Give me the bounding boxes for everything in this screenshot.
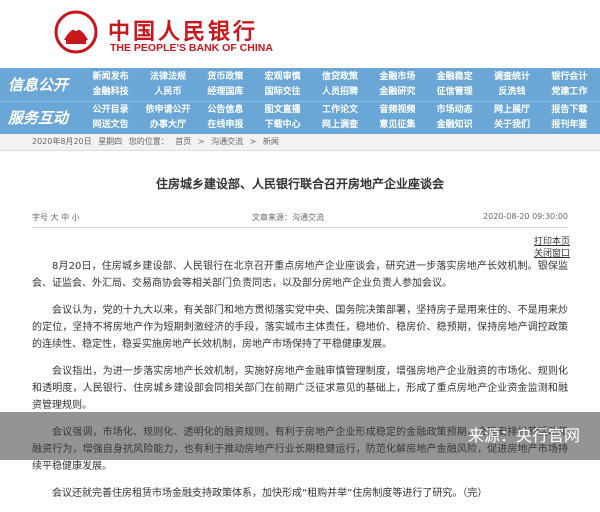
nav-item-live[interactable]: 图文直播 (254, 103, 311, 118)
nav-item-international[interactable]: 国际交往 (254, 85, 311, 100)
breadcrumb-separator: > (249, 137, 257, 146)
main-navigation: 信息公开 新闻发布 法律法规 货币政策 宏观审慎 信贷政策 金融市场 金融稳定 … (0, 68, 600, 134)
article-meta: 字号 大 中 小 文章来源：沟通交流 2020-08-20 09:30:00 (32, 212, 568, 226)
nav-title-service: 服务互动 (8, 109, 69, 127)
article-paragraph: 会议还就完善住房租赁市场金融支持政策体系，加快形成“租购并举”住房制度等进行了研… (52, 488, 488, 499)
nav-item-market-news[interactable]: 市场动态 (426, 103, 483, 118)
nav-group-service: 服务互动 公开目录 依申请公开 公告信息 图文直播 工作论文 音频视频 市场动态… (0, 101, 600, 134)
nav-item-downloads[interactable]: 下载中心 (254, 118, 311, 133)
nav-item-disclosure-catalog[interactable]: 公开目录 (82, 103, 139, 118)
article-date: 2020-08-20 09:30:00 (483, 212, 568, 221)
article-tools: 打印本页 关闭窗口 (460, 234, 570, 259)
nav-item-financial-market[interactable]: 金融市场 (369, 70, 426, 85)
article-title: 住房城乡建设部、人民银行联合召开房地产企业座谈会 (155, 177, 444, 191)
nav-item-treasury[interactable]: 经理国库 (197, 85, 254, 100)
nav-item-laws[interactable]: 法律法规 (139, 70, 196, 85)
nav-item-credit-policy[interactable]: 信贷政策 (311, 70, 368, 85)
nav-item-bulletins[interactable]: 网送文告 (82, 118, 139, 133)
breadcrumb-section-link[interactable]: 沟通交流 (211, 137, 243, 146)
nav-item-rmb[interactable]: 人民币 (139, 85, 196, 100)
nav-item-party-work[interactable]: 党建工作 (541, 85, 598, 100)
nav-item-recruitment[interactable]: 人员招聘 (311, 85, 368, 100)
nav-item-aml[interactable]: 反洗钱 (483, 85, 540, 100)
font-size-medium-button[interactable]: 中 (61, 213, 69, 222)
font-size-controls: 字号 大 中 小 (32, 212, 80, 223)
nav-item-reports[interactable]: 报告下载 (541, 103, 598, 118)
logo-english-name[interactable]: THE PEOPLE'S BANK OF CHINA (110, 42, 273, 54)
article-body: 8月20日，住房城乡建设部、人民银行在北京召开重点房地产企业座谈会，研究进一步落… (32, 258, 568, 512)
nav-item-financial-stability[interactable]: 金融稳定 (426, 70, 483, 85)
font-size-large-button[interactable]: 大 (51, 213, 59, 222)
nav-item-announcements[interactable]: 公告信息 (197, 103, 254, 118)
breadcrumb-weekday: 星期四 (98, 137, 123, 146)
article-source: 文章来源：沟通交流 (252, 213, 324, 222)
font-size-label: 字号 (32, 213, 48, 222)
breadcrumb-date: 2020年8月20日 (32, 137, 92, 146)
source-watermark: 来源：央行官网 (0, 412, 600, 460)
article-paragraph: 会议认为，党的十九大以来，有关部门和地方贯彻落实党中央、国务院决策部署，坚持房子… (32, 305, 568, 350)
nav-item-statistics[interactable]: 调查统计 (483, 70, 540, 85)
nav-title-info: 信息公开 (8, 76, 69, 94)
nav-items-info: 新闻发布 法律法规 货币政策 宏观审慎 信贷政策 金融市场 金融稳定 调查统计 … (82, 70, 598, 100)
nav-item-service-hall[interactable]: 办事大厅 (139, 118, 196, 133)
nav-item-online-exhibition[interactable]: 网上展厅 (483, 103, 540, 118)
breadcrumb: 2020年8月20日 星期四 您的位置： 首页 > 沟通交流 > 新闻 (0, 134, 600, 151)
nav-item-bank-accounting[interactable]: 银行会计 (541, 70, 598, 85)
nav-group-info: 信息公开 新闻发布 法律法规 货币政策 宏观审慎 信贷政策 金融市场 金融稳定 … (0, 68, 600, 102)
nav-item-credit-reference[interactable]: 征信管理 (426, 85, 483, 100)
breadcrumb-location-label: 您的位置： (128, 137, 169, 146)
nav-item-service-extra[interactable]: 报刊年鉴 (541, 118, 598, 133)
nav-item-financial-knowledge[interactable]: 金融知识 (426, 118, 483, 133)
meta-divider (32, 227, 568, 228)
nav-item-monetary-policy[interactable]: 货币政策 (197, 70, 254, 85)
nav-item-about[interactable]: 关于我们 (483, 118, 540, 133)
nav-item-audio-video[interactable]: 音频视频 (369, 103, 426, 118)
nav-item-working-papers[interactable]: 工作论文 (311, 103, 368, 118)
nav-item-macroprudential[interactable]: 宏观审慎 (254, 70, 311, 85)
breadcrumb-home-link[interactable]: 首页 (175, 137, 191, 146)
breadcrumb-current[interactable]: 新闻 (263, 137, 279, 146)
nav-item-request-disclosure[interactable]: 依申请公开 (139, 103, 196, 118)
watermark-text: 来源：央行官网 (467, 426, 580, 445)
article-paragraph: 会议指出，为进一步落实房地产长效机制，实施好房地产金融审慎管理制度，增强房地产企… (32, 366, 568, 411)
site-header: 中国人民银行 THE PEOPLE'S BANK OF CHINA (0, 0, 600, 68)
nav-item-survey[interactable]: 网上调查 (311, 118, 368, 133)
breadcrumb-separator: > (197, 137, 205, 146)
nav-item-online-filing[interactable]: 在线申报 (197, 118, 254, 133)
font-size-small-button[interactable]: 小 (72, 213, 80, 222)
nav-item-news[interactable]: 新闻发布 (82, 70, 139, 85)
article-paragraph: 8月20日，住房城乡建设部、人民银行在北京召开重点房地产企业座谈会，研究进一步落… (32, 261, 568, 289)
nav-item-fintech[interactable]: 金融科技 (82, 85, 139, 100)
nav-item-research[interactable]: 金融研究 (369, 85, 426, 100)
nav-items-service: 公开目录 依申请公开 公告信息 图文直播 工作论文 音频视频 市场动态 网上展厅… (82, 103, 598, 133)
nav-item-feedback[interactable]: 意见征集 (369, 118, 426, 133)
pboc-emblem-icon (54, 10, 98, 54)
